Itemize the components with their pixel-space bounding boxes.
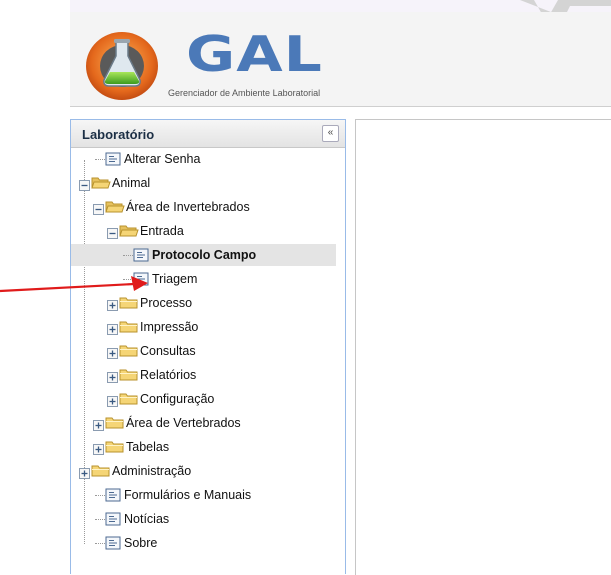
tree-node-label: Área de Vertebrados — [126, 416, 241, 430]
logo-wordmark: GAL — [186, 25, 323, 84]
navigation-tree: Alterar Senha Animal Área de Invertebrados… — [71, 148, 345, 568]
tree-node-label: Processo — [140, 296, 193, 310]
tree-node-impressao[interactable]: Impressão — [71, 316, 336, 338]
tree-node-entrada[interactable]: Entrada — [71, 220, 336, 242]
tree-node-label: Triagem — [152, 272, 198, 286]
minus-toggle-icon[interactable] — [107, 226, 118, 244]
tree-node-area-de-invertebrados[interactable]: Área de Invertebrados — [71, 196, 336, 218]
gal-logo: GAL Gerenciador de Ambiente Laboratorial — [80, 20, 380, 106]
main-content-panel — [355, 119, 611, 575]
page-icon — [105, 488, 121, 507]
tree-node-label: Consultas — [140, 344, 196, 358]
folder-icon — [119, 344, 139, 363]
tree-node-configuracao[interactable]: Configuração — [71, 388, 336, 410]
plus-toggle-icon[interactable] — [93, 418, 104, 436]
annotation-arrow — [0, 276, 148, 293]
page-icon — [105, 152, 121, 171]
tree-node-label: Formulários e Manuais — [124, 488, 252, 502]
tree-node-label: Entrada — [140, 224, 184, 238]
plus-toggle-icon[interactable] — [107, 370, 118, 388]
flask-logo-icon — [86, 32, 158, 100]
tree-node-relatorios[interactable]: Relatórios — [71, 364, 336, 386]
tree-node-tabelas[interactable]: Tabelas — [71, 436, 336, 458]
plus-toggle-icon[interactable] — [107, 394, 118, 412]
logo-subtitle: Gerenciador de Ambiente Laboratorial — [168, 88, 321, 98]
plus-toggle-icon[interactable] — [79, 466, 90, 484]
folder-icon — [119, 296, 139, 315]
folder-icon — [105, 440, 125, 459]
tree-node-label: Impressão — [140, 320, 199, 334]
page-icon — [105, 512, 121, 531]
tree-node-sobre[interactable]: Sobre — [71, 532, 336, 554]
tree-connector — [95, 543, 105, 544]
panel-title: Laboratório — [82, 127, 155, 142]
tree-node-consultas[interactable]: Consultas — [71, 340, 336, 362]
tree-node-formularios-e-manuais[interactable]: Formulários e Manuais — [71, 484, 336, 506]
folder-icon — [105, 416, 125, 435]
tree-connector — [95, 519, 105, 520]
tree-node-label: Tabelas — [126, 440, 170, 454]
page-icon — [133, 248, 149, 267]
plus-toggle-icon[interactable] — [93, 442, 104, 460]
tree-node-area-de-vertebrados[interactable]: Área de Vertebrados — [71, 412, 336, 434]
plus-toggle-icon[interactable] — [107, 346, 118, 364]
folder-icon — [119, 368, 139, 387]
tree-node-label: Animal — [112, 176, 151, 190]
tree-node-label: Sobre — [124, 536, 158, 550]
tree-node-protocolo-campo[interactable]: Protocolo Campo — [71, 244, 336, 266]
laboratorio-panel: Laboratório « Alterar Senha Animal Área de… — [70, 119, 346, 574]
tree-connector — [95, 495, 105, 496]
tree-node-alterar-senha[interactable]: Alterar Senha — [71, 148, 336, 170]
panel-header: Laboratório « — [71, 120, 345, 148]
minus-toggle-icon[interactable] — [93, 202, 104, 220]
tree-node-label: Configuração — [140, 392, 215, 406]
tree-node-label: Alterar Senha — [124, 152, 201, 166]
tree-node-administracao[interactable]: Administração — [71, 460, 336, 482]
tree-node-label: Protocolo Campo — [152, 248, 257, 262]
tree-node-animal[interactable]: Animal — [71, 172, 336, 194]
tree-connector — [95, 159, 105, 160]
minus-toggle-icon[interactable] — [79, 178, 90, 196]
tree-node-label: Área de Invertebrados — [126, 200, 250, 214]
plus-toggle-icon[interactable] — [107, 322, 118, 340]
folder-icon — [119, 320, 139, 339]
app-header: GAL Gerenciador de Ambiente Laboratorial — [70, 12, 611, 107]
folder-icon — [91, 464, 111, 483]
folder-icon — [119, 392, 139, 411]
tree-node-label: Relatórios — [140, 368, 197, 382]
collapse-panel-button[interactable]: « — [322, 125, 339, 142]
folder-icon — [91, 176, 111, 195]
tree-node-noticias[interactable]: Notícias — [71, 508, 336, 530]
folder-icon — [119, 224, 139, 243]
tree-node-label: Notícias — [124, 512, 170, 526]
tree-connector — [123, 255, 133, 256]
folder-icon — [105, 200, 125, 219]
plus-toggle-icon[interactable] — [107, 298, 118, 316]
page-icon — [105, 536, 121, 555]
tree-node-label: Administração — [112, 464, 192, 478]
